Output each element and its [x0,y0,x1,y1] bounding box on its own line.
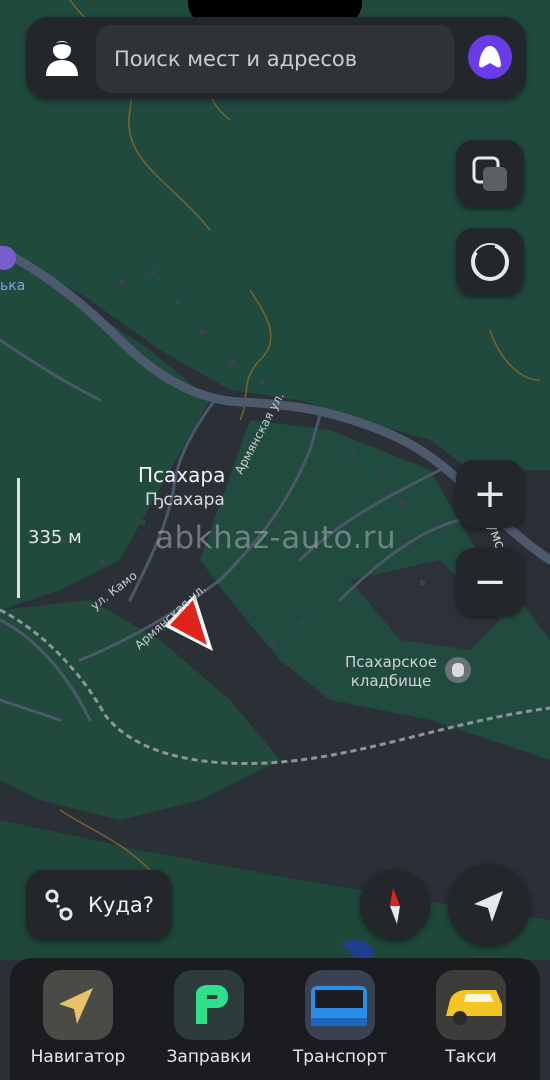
taxi-icon [446,990,502,1025]
user-silhouette-icon [46,41,78,76]
zoom-out-button[interactable]: − [456,548,524,616]
scale-bar [17,478,20,598]
navigator-icon [59,988,93,1024]
app-transport[interactable] [305,970,375,1040]
compass-icon [390,888,400,924]
layers-button[interactable] [456,140,524,208]
route-icon [45,889,73,921]
search-input[interactable]: Поиск мест и адресов [96,25,454,93]
panorama-button[interactable] [456,228,524,296]
scale-label: 335 м [28,527,82,548]
app-navigator[interactable] [43,970,113,1040]
locate-arrow-icon [474,891,503,922]
app-label: Такси [445,1047,497,1067]
fuel-icon [196,985,228,1024]
alice-icon [479,46,501,68]
watermark: abkhaz-auto.ru [155,520,397,556]
poi-label: ька [0,278,26,294]
app-fuel[interactable] [174,970,244,1040]
where-label: Куда? [88,893,154,917]
app-label: Навигатор [30,1047,126,1067]
compass-button[interactable] [360,870,430,940]
zoom-in-button[interactable]: + [456,460,524,528]
panorama-icon [471,243,509,281]
cemetery-label: Псахарское кладбище [345,653,438,690]
bus-icon [311,986,367,1026]
place-label: Псахара [138,463,226,487]
assistant-button[interactable] [468,35,512,79]
app-label: Транспорт [292,1047,388,1067]
locate-button[interactable] [448,864,530,946]
layers-icon [472,156,507,191]
app-label: Заправки [166,1047,252,1067]
profile-button[interactable] [36,30,88,86]
place-label-alt: Ҧсахара [145,490,225,510]
app-taxi[interactable] [436,970,506,1040]
